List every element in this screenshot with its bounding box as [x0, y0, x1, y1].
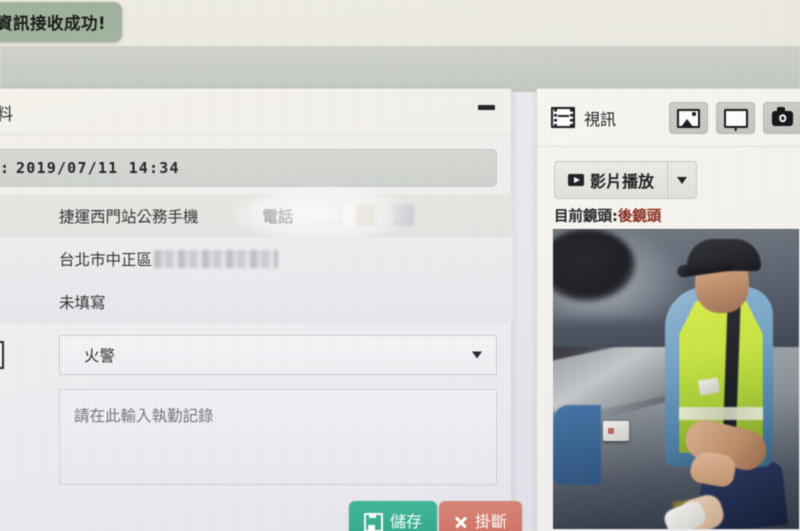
duty-record-textarea[interactable]: 請在此輸入執勤記錄	[59, 389, 497, 485]
unit-value: 未填寫	[59, 293, 106, 312]
category-label-fragment	[0, 341, 4, 369]
close-icon	[454, 515, 468, 529]
video-playback-button[interactable]: 影片播放	[554, 161, 669, 199]
info-row-address: 台北市中正區	[0, 237, 513, 280]
category-select-wrap: 火警	[59, 335, 497, 375]
duty-record-placeholder: 請在此輸入執勤記錄	[74, 407, 214, 425]
playback-control-group: 影片播放	[554, 161, 698, 199]
dialog-title: 資料	[0, 105, 13, 125]
page-background-band	[0, 46, 800, 93]
camera-status-label: 目前鏡頭:	[554, 209, 618, 225]
minimize-icon[interactable]	[478, 105, 495, 110]
phone-value-redacted	[305, 205, 414, 226]
incident-dialog: 資料 : 2019/07/11 14:34 捷運西門站公務手機 電話 台北市中正…	[0, 88, 523, 531]
save-icon	[364, 512, 383, 531]
video-panel-title: 視訊	[584, 109, 617, 129]
info-row-unit: 未填寫	[0, 280, 513, 323]
contact-name: 捷運西門站公務手機	[59, 207, 199, 226]
screen-content: 資訊接收成功! 資料 : 2019/07/11 14:34 捷運西門站公務手機 …	[0, 0, 800, 531]
chevron-down-icon	[677, 176, 688, 184]
video-grain	[553, 229, 799, 529]
dialog-header: 資料	[0, 89, 511, 135]
image-icon	[677, 108, 700, 128]
video-panel: 視訊 影片播放 目前鏡頭:後鏡頭	[536, 88, 800, 531]
hangup-button-label: 掛斷	[475, 512, 508, 531]
monitor-icon	[723, 108, 748, 128]
video-playback-label: 影片播放	[590, 172, 655, 191]
screen-share-button[interactable]	[716, 102, 755, 134]
video-toolbar	[669, 102, 800, 134]
chevron-down-icon	[472, 351, 482, 359]
play-icon	[568, 174, 584, 186]
address-prefix: 台北市中正區	[59, 250, 153, 269]
timestamp-value: 2019/07/11 14:34	[16, 159, 180, 177]
address-value-redacted	[154, 249, 279, 268]
timestamp-field[interactable]: : 2019/07/11 14:34	[0, 149, 497, 187]
hangup-button[interactable]: 掛斷	[439, 501, 523, 531]
camera-icon	[772, 107, 793, 126]
dialog-footer: 儲存 掛斷	[0, 489, 523, 531]
success-toast: 資訊接收成功!	[0, 2, 122, 42]
info-row-contact: 捷運西門站公務手機 電話	[0, 194, 513, 237]
photographed-screen: 資訊接收成功! 資料 : 2019/07/11 14:34 捷運西門站公務手機 …	[0, 0, 800, 531]
snapshot-gallery-button[interactable]	[669, 102, 708, 134]
camera-status: 目前鏡頭:後鏡頭	[554, 205, 661, 226]
page-gutter	[512, 92, 538, 531]
video-panel-header: 視訊	[537, 89, 800, 147]
save-button-label: 儲存	[390, 512, 423, 531]
timestamp-label: :	[0, 159, 10, 177]
phone-label: 電話	[262, 207, 294, 226]
timestamp-row: : 2019/07/11 14:34	[0, 149, 497, 187]
video-playback-dropdown[interactable]	[668, 161, 698, 199]
camera-status-value: 後鏡頭	[617, 209, 662, 225]
category-select-value: 火警	[84, 347, 116, 365]
duty-record-wrap: 請在此輸入執勤記錄	[59, 389, 497, 485]
save-button[interactable]: 儲存	[349, 501, 438, 531]
video-stream[interactable]	[553, 229, 799, 529]
capture-photo-button[interactable]	[763, 102, 800, 134]
film-icon	[551, 107, 575, 128]
category-select[interactable]: 火警	[59, 335, 497, 375]
success-toast-message: 資訊接收成功!	[0, 14, 106, 33]
